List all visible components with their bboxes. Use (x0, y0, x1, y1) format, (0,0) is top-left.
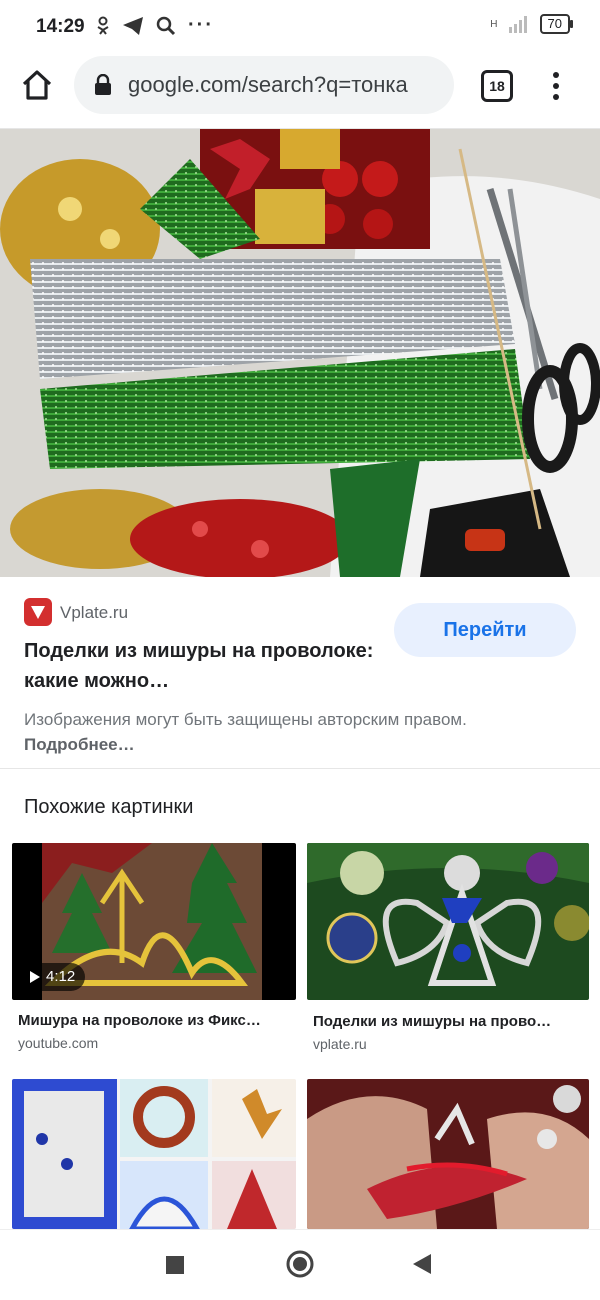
hands-tinsel-thumbnail (307, 1079, 589, 1229)
tinsel-collage-thumbnail (12, 1079, 296, 1229)
similar-image-4[interactable] (307, 1079, 589, 1229)
similar-image-2-caption[interactable]: Поделки из мишуры на прово… (313, 1013, 551, 1030)
vplate-favicon-icon (24, 598, 52, 626)
network-type: H (490, 18, 498, 30)
more-notifications-icon: ··· (188, 14, 214, 36)
main-image[interactable] (0, 129, 600, 577)
goto-button[interactable]: Перейти (394, 603, 576, 657)
notification-icons: ··· (96, 14, 214, 37)
tinsel-wire-photo (0, 129, 600, 577)
similar-image-1[interactable]: 4:12 (12, 843, 296, 1000)
video-duration-badge: 4:12 (20, 963, 86, 991)
similar-image-1-source: youtube.com (18, 1035, 99, 1051)
system-navigation-bar (0, 1229, 600, 1300)
divider (0, 768, 600, 769)
video-duration: 4:12 (46, 968, 76, 985)
back-icon[interactable] (413, 1254, 431, 1274)
similar-image-3[interactable] (12, 1079, 296, 1229)
tinsel-angel-thumbnail (307, 843, 589, 1000)
source-domain[interactable]: Vplate.ru (60, 603, 128, 623)
tab-switcher-button[interactable]: 18 (481, 70, 513, 102)
copyright-text: Изображения могут быть защищены авторски… (24, 710, 467, 729)
address-bar[interactable]: google.com/search?q=тонка (74, 56, 454, 114)
copyright-notice: Изображения могут быть защищены авторски… (24, 707, 564, 757)
lock-icon (95, 74, 111, 95)
status-bar: 14:29 ··· H 70 (0, 0, 600, 52)
similar-image-2[interactable] (307, 843, 589, 1000)
similar-image-2-source: vplate.ru (313, 1036, 367, 1052)
clock: 14:29 (36, 16, 85, 37)
signal-icon (508, 16, 527, 33)
url-text: google.com/search?q=тонка (128, 72, 408, 97)
search-icon (156, 16, 176, 35)
result-title[interactable]: Поделки из мишуры на проволоке: какие мо… (24, 636, 384, 696)
similar-images-heading: Похожие картинки (24, 796, 194, 818)
similar-image-1-caption[interactable]: Мишура на проволоке из Фикс… (18, 1012, 261, 1029)
home-icon[interactable] (20, 68, 54, 102)
odnoklassniki-icon (97, 16, 109, 35)
learn-more-link[interactable]: Подробнее… (24, 735, 135, 754)
battery-icon: 70 (539, 14, 574, 34)
telegram-icon (123, 16, 143, 35)
overflow-menu-icon[interactable] (552, 72, 560, 105)
home-button-icon[interactable] (286, 1250, 314, 1278)
browser-toolbar: google.com/search?q=тонка 18 (0, 52, 600, 129)
recents-icon[interactable] (166, 1256, 184, 1274)
play-icon (30, 971, 40, 983)
